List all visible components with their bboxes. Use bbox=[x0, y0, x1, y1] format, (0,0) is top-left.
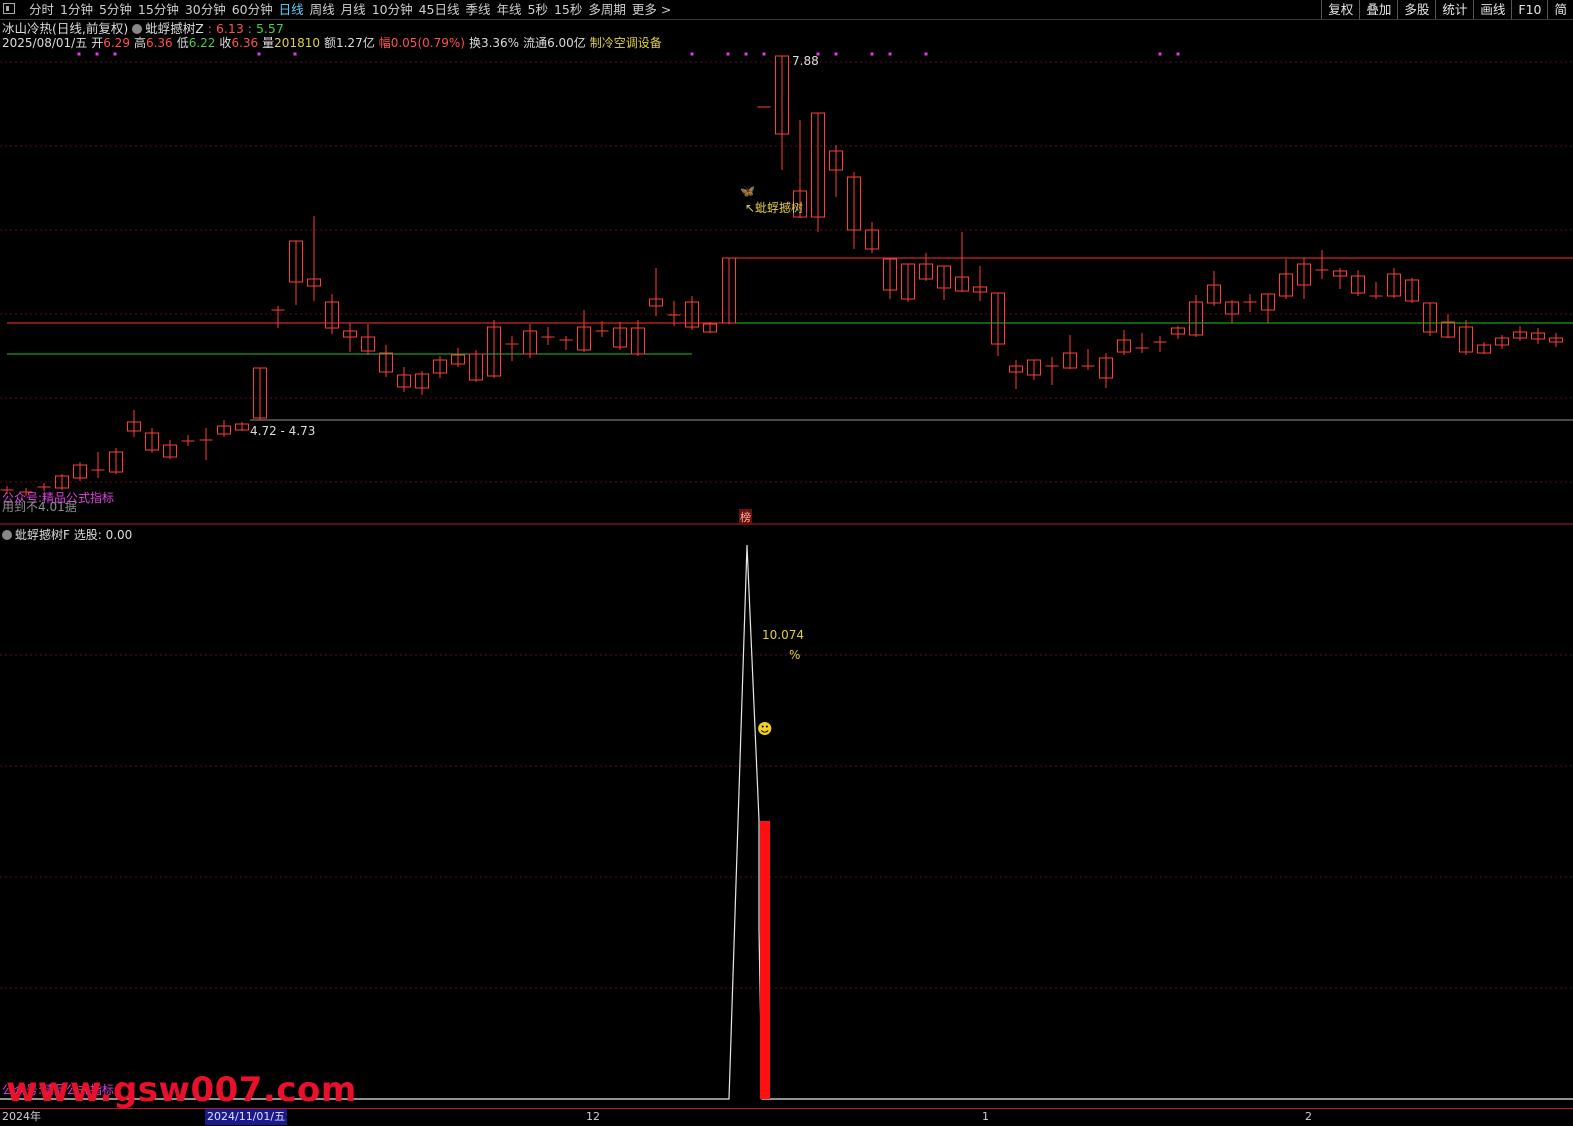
x-axis: 2024年 2024/11/01/五 12 1 2 bbox=[0, 1108, 1573, 1126]
signal-bar bbox=[760, 821, 770, 1099]
sub-indicator-dropdown-icon[interactable] bbox=[2, 530, 12, 540]
peak-value: 10.074 bbox=[762, 628, 804, 642]
signal-dot bbox=[77, 52, 81, 56]
signal-dot bbox=[690, 52, 694, 56]
signal-dot bbox=[870, 52, 874, 56]
signal-dot bbox=[1158, 52, 1162, 56]
signal-dot bbox=[888, 52, 892, 56]
price-high-label: 7.88 bbox=[792, 54, 819, 68]
peak-unit: % bbox=[789, 648, 801, 662]
x-axis-label: 2 bbox=[1305, 1110, 1312, 1123]
range-label: 4.72 - 4.73 bbox=[250, 424, 316, 438]
butterfly-icon: 🦋 bbox=[740, 184, 755, 198]
x-axis-cursor-date: 2024/11/01/五 bbox=[205, 1109, 288, 1125]
signal-dot bbox=[726, 52, 730, 56]
signal-dot bbox=[834, 52, 838, 56]
kline-chart[interactable] bbox=[0, 0, 1573, 1108]
signal-dot bbox=[924, 52, 928, 56]
watermark: www.gsw007.com bbox=[6, 1070, 357, 1110]
signal-dot bbox=[95, 52, 99, 56]
signal-label: ↖蚍蜉撼树 bbox=[745, 201, 804, 215]
x-axis-label: 1 bbox=[982, 1110, 989, 1123]
main-bottom-label-2: 用到不4.01据 bbox=[2, 500, 77, 514]
smiley-icon: ☻ bbox=[757, 720, 773, 738]
signal-dot bbox=[762, 52, 766, 56]
signal-dot bbox=[1176, 52, 1180, 56]
signal-dot bbox=[113, 52, 117, 56]
rank-badge[interactable]: 榜 bbox=[739, 509, 752, 525]
sub-indicator-value: 选股: 0.00 bbox=[73, 528, 133, 542]
sub-chart-header: 蚍蜉撼树F 选股: 0.00 bbox=[2, 526, 132, 543]
signal-dot bbox=[257, 52, 261, 56]
x-axis-label: 12 bbox=[586, 1110, 600, 1123]
signal-dot bbox=[744, 52, 748, 56]
x-axis-label: 2024年 bbox=[2, 1110, 41, 1123]
signal-dot bbox=[293, 52, 297, 56]
sub-indicator-name[interactable]: 蚍蜉撼树F bbox=[15, 528, 70, 542]
